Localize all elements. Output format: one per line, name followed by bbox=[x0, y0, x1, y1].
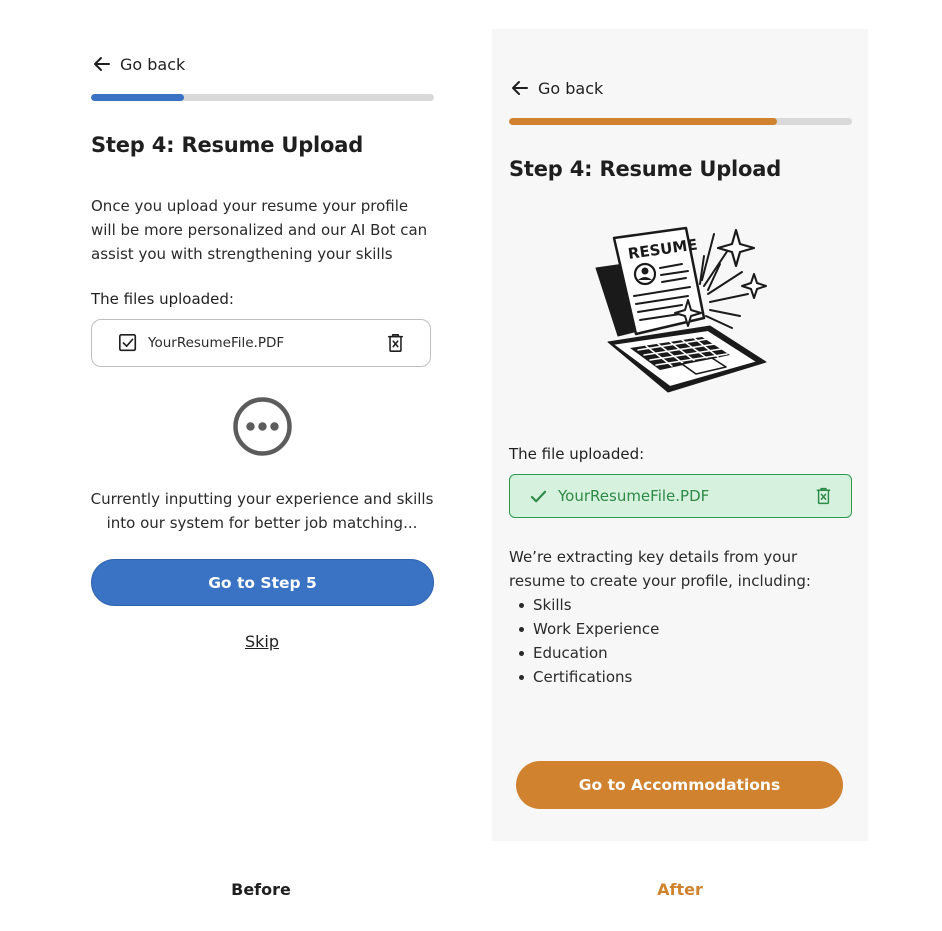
resume-laptop-illustration: RESUME bbox=[590, 224, 770, 400]
list-item: Education bbox=[509, 641, 809, 665]
go-to-step-5-button[interactable]: Go to Step 5 bbox=[91, 559, 434, 606]
extraction-list: Skills Work Experience Education Certifi… bbox=[509, 593, 809, 689]
back-label: Go back bbox=[538, 78, 604, 98]
check-icon bbox=[529, 487, 547, 505]
before-caption: Before bbox=[231, 880, 291, 899]
page-title: Step 4: Resume Upload bbox=[509, 157, 782, 181]
progress-fill bbox=[509, 118, 777, 125]
after-caption: After bbox=[657, 880, 703, 899]
arrow-left-icon bbox=[512, 81, 528, 95]
arrow-left-icon bbox=[94, 57, 110, 71]
file-name: YourResumeFile.PDF bbox=[148, 335, 285, 351]
progress-fill bbox=[91, 94, 184, 101]
go-to-accommodations-button[interactable]: Go to Accommodations bbox=[516, 761, 843, 809]
skip-link[interactable]: Skip bbox=[222, 632, 302, 651]
file-uploaded-label: The file uploaded: bbox=[509, 445, 645, 463]
progress-bar bbox=[91, 94, 434, 101]
list-item: Skills bbox=[509, 593, 809, 617]
page-title: Step 4: Resume Upload bbox=[91, 133, 364, 157]
more-dots-icon bbox=[232, 396, 293, 457]
after-screen bbox=[492, 29, 868, 841]
list-item: Work Experience bbox=[509, 617, 809, 641]
files-uploaded-label: The files uploaded: bbox=[91, 290, 234, 308]
file-name: YourResumeFile.PDF bbox=[558, 487, 710, 505]
list-item: Certifications bbox=[509, 665, 809, 689]
status-text: Currently inputting your experience and … bbox=[90, 490, 434, 532]
trash-icon[interactable] bbox=[385, 332, 405, 354]
back-button[interactable]: Go back bbox=[92, 54, 185, 74]
description-text: Once you upload your resume your profile… bbox=[91, 197, 428, 263]
back-label: Go back bbox=[120, 54, 186, 74]
extraction-description: We’re extracting key details from your r… bbox=[509, 548, 811, 590]
checkbox-checked-icon[interactable] bbox=[117, 332, 139, 354]
trash-icon[interactable] bbox=[814, 486, 832, 506]
uploaded-file-row: YourResumeFile.PDF bbox=[91, 319, 431, 367]
back-button[interactable]: Go back bbox=[510, 78, 603, 98]
uploaded-file-row: YourResumeFile.PDF bbox=[509, 474, 852, 518]
progress-bar bbox=[509, 118, 852, 125]
